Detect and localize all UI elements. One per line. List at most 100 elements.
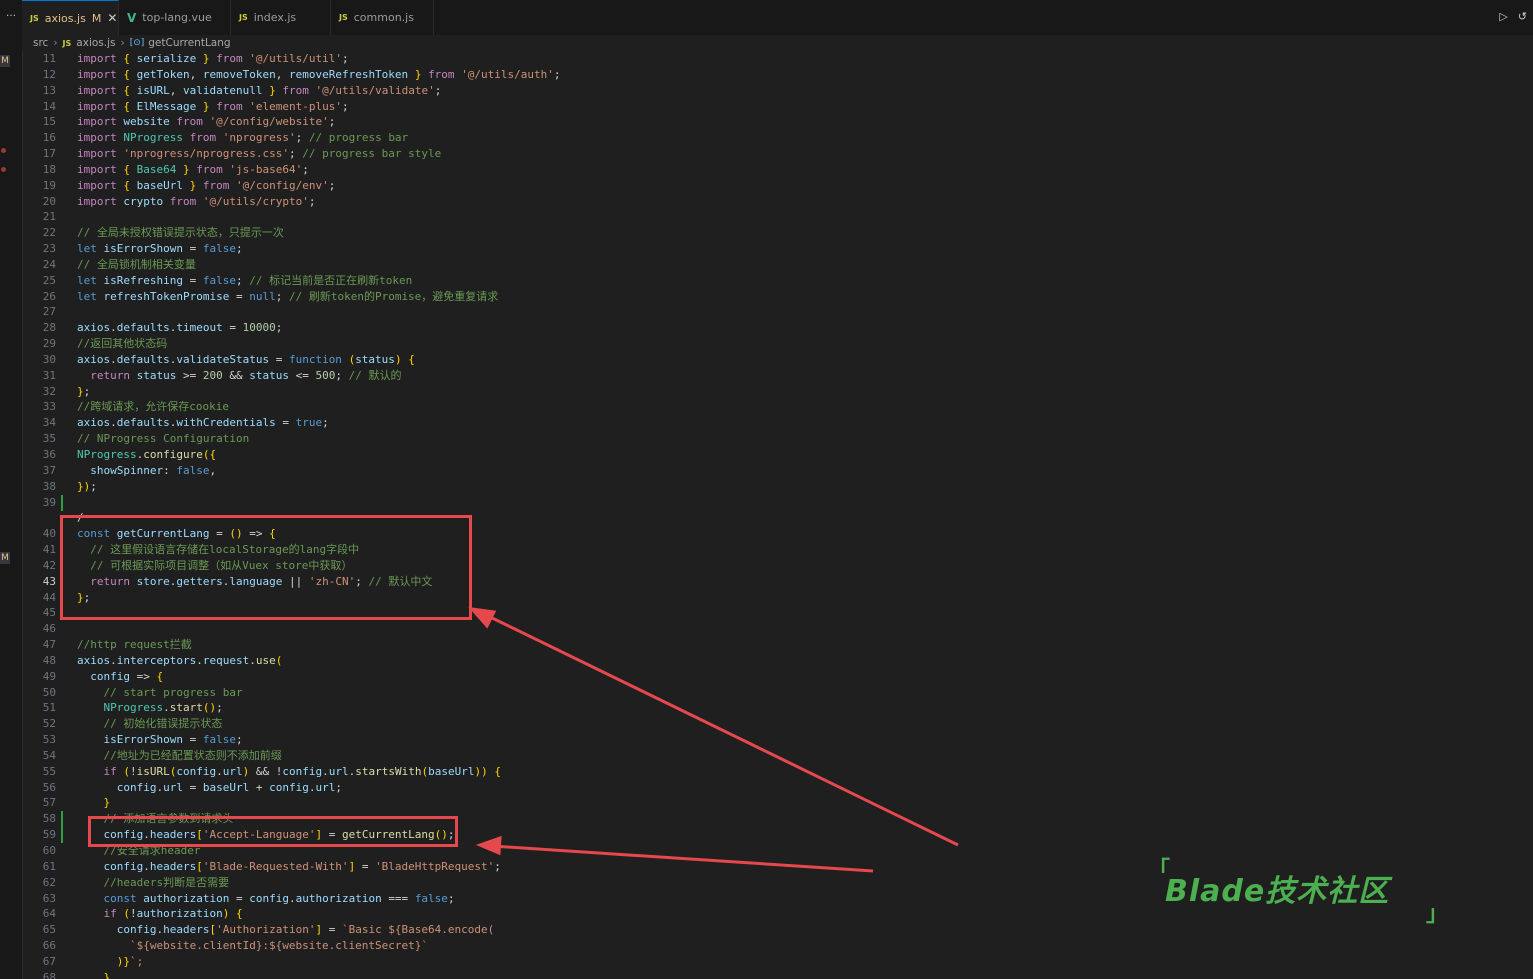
line-number[interactable]: 64 bbox=[22, 906, 56, 922]
line-number[interactable]: 22 bbox=[22, 225, 56, 241]
line-number[interactable]: 40 bbox=[22, 526, 56, 542]
scm-modified-badge: M bbox=[0, 552, 10, 564]
code-text: import { serialize } from '@/utils/util'… bbox=[77, 52, 349, 65]
line-number[interactable]: 45 bbox=[22, 605, 56, 621]
line-number[interactable]: 60 bbox=[22, 843, 56, 859]
annotation-box-accept-language bbox=[88, 816, 458, 847]
line-number[interactable]: 63 bbox=[22, 891, 56, 907]
breadcrumb-symbol[interactable]: getCurrentLang bbox=[148, 37, 230, 49]
line-number[interactable]: 15 bbox=[22, 114, 56, 130]
line-number[interactable]: 24 bbox=[22, 257, 56, 273]
code-text: //返回其他状态码 bbox=[77, 337, 168, 351]
code-text: let refreshTokenPromise = null; // 刷新tok… bbox=[77, 289, 499, 303]
more-icon[interactable]: … bbox=[0, 8, 22, 19]
line-number[interactable]: 19 bbox=[22, 178, 56, 194]
code-text: import { Base64 } from 'js-base64'; bbox=[77, 162, 309, 176]
line-number[interactable]: 23 bbox=[22, 241, 56, 257]
tab-label: top-lang.vue bbox=[142, 11, 212, 24]
line-number[interactable]: 13 bbox=[22, 83, 56, 99]
code-text: // NProgress Configuration bbox=[77, 432, 250, 446]
line-number[interactable]: 66 bbox=[22, 938, 56, 954]
code-text: import { baseUrl } from '@/config/env'; bbox=[77, 178, 336, 192]
breakpoint-dot bbox=[1, 148, 6, 153]
line-number[interactable]: 37 bbox=[22, 463, 56, 479]
line-number[interactable]: 44 bbox=[22, 590, 56, 606]
line-number[interactable]: 28 bbox=[22, 320, 56, 336]
line-number[interactable]: 38 bbox=[22, 479, 56, 495]
breakpoint-dot bbox=[1, 167, 6, 172]
line-number[interactable]: 62 bbox=[22, 875, 56, 891]
modified-indicator: M bbox=[91, 11, 102, 25]
line-number[interactable]: 54 bbox=[22, 748, 56, 764]
line-number[interactable]: 39 bbox=[22, 495, 56, 511]
line-number[interactable]: 30 bbox=[22, 352, 56, 368]
line-number[interactable]: 65 bbox=[22, 922, 56, 938]
line-number[interactable]: 59 bbox=[22, 827, 56, 843]
git-gutter-added-marker bbox=[61, 494, 63, 511]
line-number[interactable]: 34 bbox=[22, 415, 56, 431]
code-text: } bbox=[103, 796, 111, 810]
line-number[interactable]: 14 bbox=[22, 99, 56, 115]
tab-top-lang-vue[interactable]: V top-lang.vue bbox=[119, 0, 231, 35]
scm-modified-badge: M bbox=[0, 55, 10, 67]
line-number[interactable]: 17 bbox=[22, 146, 56, 162]
line-number[interactable]: 46 bbox=[22, 621, 56, 637]
code-text: import { ElMessage } from 'element-plus'… bbox=[77, 99, 349, 113]
breadcrumb-file[interactable]: axios.js bbox=[76, 37, 115, 49]
line-number[interactable]: 35 bbox=[22, 431, 56, 447]
code-text: NProgress.start(); bbox=[103, 701, 223, 715]
line-number[interactable]: 27 bbox=[22, 304, 56, 320]
code-text: } bbox=[103, 970, 111, 979]
variable-symbol-icon: [⊙] bbox=[129, 38, 145, 48]
code-text: const authorization = config.authorizati… bbox=[103, 891, 455, 905]
line-number[interactable]: 57 bbox=[22, 795, 56, 811]
code-text: // 初始化错误提示状态 bbox=[103, 717, 223, 731]
line-number[interactable]: 50 bbox=[22, 685, 56, 701]
line-number[interactable]: 49 bbox=[22, 669, 56, 685]
code-text: NProgress.configure({ bbox=[77, 448, 217, 461]
line-number[interactable]: 32 bbox=[22, 384, 56, 400]
line-number[interactable]: 43 bbox=[22, 574, 56, 590]
line-number[interactable]: 26 bbox=[22, 289, 56, 305]
tab-index-js[interactable]: JS index.js bbox=[231, 0, 331, 35]
code-text: //http request拦截 bbox=[77, 638, 192, 652]
code-text: isErrorShown = false; bbox=[103, 733, 243, 747]
line-number[interactable]: 25 bbox=[22, 273, 56, 289]
line-number[interactable]: 51 bbox=[22, 700, 56, 716]
line-number[interactable]: 52 bbox=[22, 716, 56, 732]
line-number[interactable]: 56 bbox=[22, 780, 56, 796]
line-number[interactable]: 42 bbox=[22, 558, 56, 574]
git-gutter-added-marker bbox=[61, 811, 63, 828]
code-text: if (!isURL(config.url) && !config.url.st… bbox=[103, 764, 501, 778]
line-number[interactable]: 20 bbox=[22, 194, 56, 210]
line-number[interactable]: 68 bbox=[22, 970, 56, 979]
line-number[interactable]: 11 bbox=[22, 51, 56, 67]
line-number[interactable]: 47 bbox=[22, 637, 56, 653]
line-number[interactable]: 33 bbox=[22, 399, 56, 415]
line-number[interactable]: 53 bbox=[22, 732, 56, 748]
line-number[interactable]: 36 bbox=[22, 447, 56, 463]
code-text: import crypto from '@/utils/crypto'; bbox=[77, 194, 316, 208]
line-number[interactable]: 55 bbox=[22, 764, 56, 780]
line-number[interactable]: 61 bbox=[22, 859, 56, 875]
close-icon[interactable]: ✕ bbox=[107, 11, 117, 25]
line-number[interactable]: 31 bbox=[22, 368, 56, 384]
code-text: config => { bbox=[90, 669, 164, 683]
line-number[interactable]: 67 bbox=[22, 954, 56, 970]
breadcrumb-folder[interactable]: src bbox=[33, 37, 48, 49]
line-number[interactable]: 58 bbox=[22, 811, 56, 827]
run-icon[interactable]: ▷ bbox=[1499, 10, 1507, 23]
line-number[interactable]: 48 bbox=[22, 653, 56, 669]
line-number[interactable]: 12 bbox=[22, 67, 56, 83]
tab-axios-js[interactable]: JS axios.js M ✕ bbox=[22, 0, 119, 35]
code-text: // 全局未授权错误提示状态，只提示一次 bbox=[77, 226, 284, 240]
line-number[interactable]: 41 bbox=[22, 542, 56, 558]
tab-common-js[interactable]: JS common.js bbox=[331, 0, 434, 35]
line-number[interactable]: 21 bbox=[22, 209, 56, 225]
javascript-file-icon: JS bbox=[339, 13, 348, 22]
line-number[interactable]: 16 bbox=[22, 130, 56, 146]
line-number[interactable]: 18 bbox=[22, 162, 56, 178]
chevron-right-icon: › bbox=[120, 37, 125, 49]
history-icon[interactable]: ↺ bbox=[1518, 10, 1527, 23]
line-number[interactable]: 29 bbox=[22, 336, 56, 352]
